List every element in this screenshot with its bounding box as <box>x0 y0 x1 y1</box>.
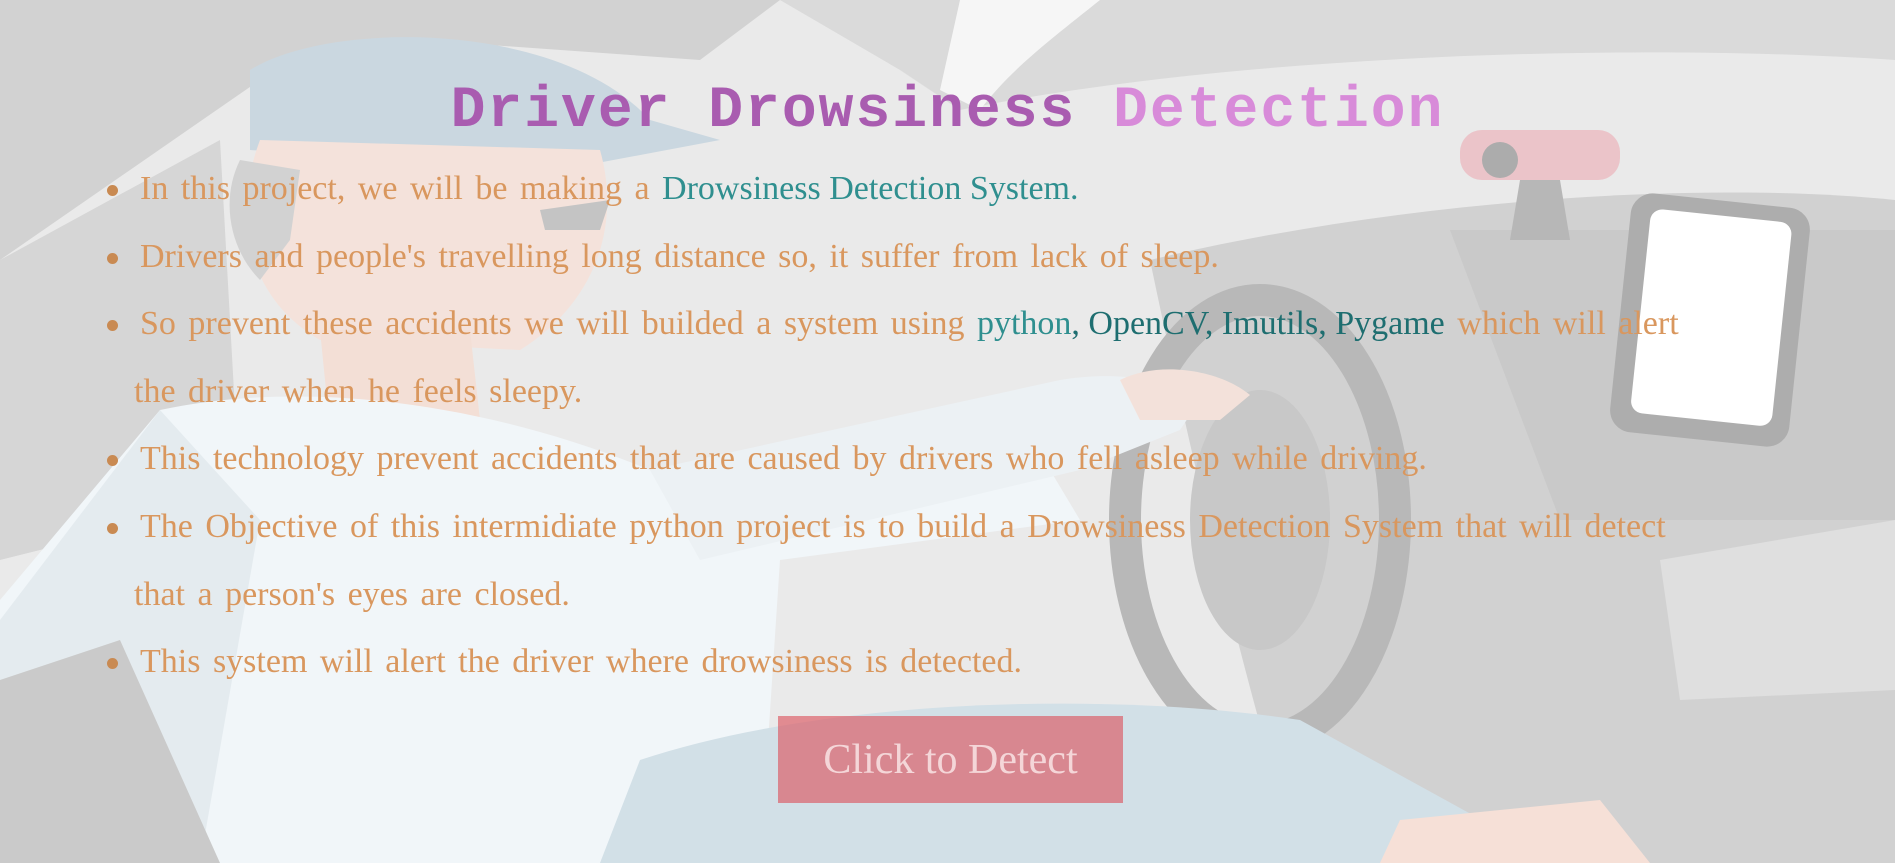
list-item: This system will alert the driver where … <box>107 628 1895 696</box>
list-item: So prevent these accidents we will build… <box>107 290 1895 425</box>
detect-button[interactable]: Click to Detect <box>778 716 1123 803</box>
bullet-text-tail: which will alert <box>1444 305 1679 343</box>
list-item: The Objective of this intermidiate pytho… <box>107 493 1895 628</box>
list-item: This technology prevent accidents that a… <box>107 425 1895 493</box>
bullet-icon <box>107 455 118 467</box>
title-part-1: Driver Drowsiness <box>450 78 1077 144</box>
list-item: In this project, we will be making a Dro… <box>107 155 1895 223</box>
page-title: Driver Drowsiness Detection <box>0 77 1895 147</box>
bullet-icon <box>107 522 118 534</box>
bullet-text: Drivers and people's travelling long dis… <box>140 237 1219 275</box>
bullet-highlight: Drowsiness Detection System. <box>662 170 1079 207</box>
bullet-icon <box>107 185 118 196</box>
description-list: In this project, we will be making a Dro… <box>104 155 1895 696</box>
bullet-icon <box>107 252 118 264</box>
tech-python: python <box>976 305 1072 343</box>
bullet-text-line2: the driver when he feels sleepy. <box>134 372 583 410</box>
list-item: Drivers and people's travelling long dis… <box>107 223 1895 291</box>
bullet-text: This system will alert the driver where … <box>140 643 1022 681</box>
bullet-text: This technology prevent accidents that a… <box>140 440 1427 478</box>
bullet-text: The Objective of this intermidiate pytho… <box>140 507 1666 545</box>
tech-libraries: OpenCV, Imutils, Pygame <box>1088 305 1445 343</box>
bullet-text-line2: that a person's eyes are closed. <box>134 575 570 613</box>
main-content: Driver Drowsiness Detection In this proj… <box>0 0 1895 863</box>
title-part-2: Detection <box>1113 78 1445 144</box>
bullet-icon <box>107 320 118 332</box>
bullet-icon <box>107 658 118 670</box>
tech-separator: , <box>1071 305 1089 343</box>
bullet-text: In this project, we will be making a <box>140 170 663 207</box>
bullet-text: So prevent these accidents we will build… <box>140 305 977 343</box>
